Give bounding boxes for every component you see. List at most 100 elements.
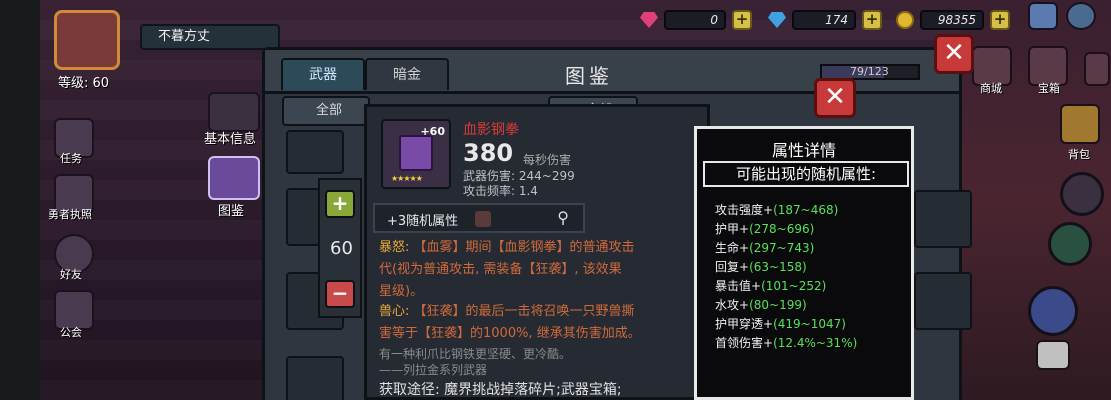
attribute-range: (278~696) bbox=[749, 222, 815, 236]
weapon-icon: +60 ★★★★★ bbox=[381, 119, 451, 189]
weapon-slot[interactable] bbox=[286, 130, 344, 174]
attribute-row: 暴击值+(101~252) bbox=[715, 277, 826, 294]
popup-title: 属性详情 bbox=[771, 141, 836, 160]
player-avatar[interactable] bbox=[54, 10, 120, 70]
shop-label: 商城 bbox=[980, 82, 1002, 95]
attribute-row: 首领伤害+(12.4%~31%) bbox=[715, 334, 857, 351]
weapon-slot[interactable] bbox=[286, 356, 344, 400]
attribute-range: (419~1047) bbox=[773, 317, 846, 331]
attribute-name: 暴击值+ bbox=[715, 279, 762, 293]
blue-diamond-icon bbox=[768, 12, 786, 28]
backpack-icon[interactable] bbox=[1060, 104, 1100, 144]
add-pink-gem-button[interactable]: + bbox=[732, 10, 752, 30]
attribute-row: 护甲穿透+(419~1047) bbox=[715, 315, 846, 332]
resource-diamond: 174 + bbox=[768, 9, 882, 31]
random-attribute-box[interactable]: +3随机属性 ⚲ bbox=[373, 203, 585, 233]
detail-close-button[interactable]: ✕ bbox=[814, 78, 856, 118]
hero-license-label: 勇者执照 bbox=[48, 208, 92, 221]
basic-info-icon[interactable] bbox=[208, 92, 260, 132]
attribute-name: 水攻+ bbox=[715, 298, 750, 312]
pink-gem-count: 0 bbox=[664, 10, 726, 30]
attribute-name: 回复+ bbox=[715, 260, 750, 274]
desc-tag-beast: 兽心: bbox=[379, 304, 410, 319]
attribute-row: 攻击强度+(187~468) bbox=[715, 201, 838, 218]
filter-1-label: 全部 bbox=[316, 103, 343, 118]
backpack-label: 背包 bbox=[1068, 148, 1090, 161]
tab-weapons[interactable]: 武器 bbox=[281, 58, 365, 90]
attribute-name: 护甲+ bbox=[715, 222, 750, 236]
weapon-detail-card: +60 ★★★★★ 血影钢拳 380 每秒伤害 武器伤害: 244~299 攻击… bbox=[364, 104, 710, 400]
pink-gem-icon bbox=[640, 12, 658, 28]
weapon-stars: ★★★★★ bbox=[391, 174, 423, 183]
weapon-desc-line-1: 暴怒: 【血雾】期间【血影钢拳】的普通攻击 bbox=[379, 237, 635, 259]
attribute-name: 生命+ bbox=[715, 241, 750, 255]
panel-close-button[interactable]: ✕ bbox=[934, 34, 974, 74]
attribute-glyph-icon bbox=[475, 211, 491, 227]
popup-subtitle: 可能出现的随机属性: bbox=[703, 161, 909, 187]
tab-dark-gold[interactable]: 暗金 bbox=[365, 58, 449, 90]
gold-coin-icon bbox=[896, 11, 914, 29]
attribute-detail-popup: 属性详情 可能出现的随机属性: 攻击强度+(187~468) 护甲+(278~6… bbox=[694, 126, 914, 400]
player-level: 等级: 60 bbox=[58, 76, 110, 91]
weapon-level: +60 bbox=[420, 125, 445, 138]
grid-menu-button[interactable] bbox=[1060, 172, 1104, 216]
weapon-dps: 380 bbox=[463, 139, 514, 167]
attribute-name: 首领伤害+ bbox=[715, 336, 774, 350]
attribute-name: 护甲穿透+ bbox=[715, 317, 774, 331]
weapon-flavor-1: 有一种利爪比钢铁更坚硬、更冷酷。 bbox=[379, 347, 572, 361]
weapon-flavor-2: ——列拉金系列武器 bbox=[379, 363, 488, 377]
weapon-source: 获取途径: 魔界挑战掉落碎片;武器宝箱; bbox=[379, 382, 622, 398]
attribute-row: 回复+(63~158) bbox=[715, 258, 807, 275]
resource-pink-gem: 0 + bbox=[640, 9, 752, 31]
panel-title: 图鉴 bbox=[565, 64, 613, 88]
attribute-range: (63~158) bbox=[749, 260, 807, 274]
coin-count: 98355 bbox=[920, 10, 984, 30]
desc-tag-fury: 暴怒: bbox=[379, 240, 410, 255]
attribute-range: (80~199) bbox=[749, 298, 807, 312]
message-icon[interactable] bbox=[1036, 340, 1070, 370]
side-menu-icon[interactable] bbox=[1084, 52, 1110, 86]
weapon-desc-line-5: 害等于【狂袭】的1000%, 继承其伤害加成。 bbox=[379, 326, 641, 341]
stepper-value: 60 bbox=[330, 238, 353, 259]
weapon-name: 血影钢拳 bbox=[463, 122, 519, 138]
fist-weapon-icon bbox=[399, 135, 433, 171]
attribute-range: (187~468) bbox=[773, 203, 839, 217]
encyclopedia-label: 图鉴 bbox=[218, 204, 245, 219]
add-diamond-button[interactable]: + bbox=[862, 10, 882, 30]
treasure-label: 宝箱 bbox=[1038, 82, 1060, 95]
chat-icon[interactable] bbox=[1048, 222, 1092, 266]
settings-gear-icon[interactable] bbox=[1066, 2, 1096, 30]
weapon-dps-label: 每秒伤害 bbox=[523, 153, 572, 167]
add-coin-button[interactable]: + bbox=[990, 10, 1010, 30]
weapon-desc-line-4: 兽心: 【狂袭】的最后一击将召唤一只野兽撕 bbox=[379, 301, 635, 323]
player-name: 不暮方丈 bbox=[140, 24, 280, 50]
stepper-plus-button[interactable]: + bbox=[325, 190, 355, 218]
guild-label: 公会 bbox=[60, 326, 82, 339]
attribute-row: 护甲+(278~696) bbox=[715, 220, 814, 237]
skill-button[interactable] bbox=[1028, 286, 1078, 336]
task-label: 任务 bbox=[60, 152, 82, 165]
resource-coin: 98355 + bbox=[896, 9, 1010, 31]
notification-icon[interactable] bbox=[1028, 2, 1058, 30]
attribute-range: (12.4%~31%) bbox=[773, 336, 858, 350]
attribute-range: (101~252) bbox=[761, 279, 827, 293]
stepper-minus-button[interactable]: − bbox=[325, 280, 355, 308]
attribute-range: (297~743) bbox=[749, 241, 815, 255]
quantity-stepper: + 60 − bbox=[318, 178, 362, 318]
encyclopedia-icon[interactable] bbox=[208, 156, 260, 200]
left-edge-bar bbox=[0, 0, 40, 400]
desc-text-4: 【狂袭】的最后一击将召唤一只野兽撕 bbox=[413, 304, 635, 319]
random-attribute-label: +3随机属性 bbox=[387, 214, 459, 229]
weapon-slot[interactable] bbox=[914, 272, 972, 330]
attribute-name: 攻击强度+ bbox=[715, 203, 774, 217]
magnifier-icon[interactable]: ⚲ bbox=[557, 208, 569, 227]
weapon-slot[interactable] bbox=[914, 190, 972, 248]
attribute-row: 水攻+(80~199) bbox=[715, 296, 807, 313]
weapon-attack-rate: 攻击频率: 1.4 bbox=[463, 184, 538, 198]
weapon-desc-line-2: 代(视为普通攻击, 需装备【狂袭】, 该效果 bbox=[379, 262, 622, 277]
weapon-desc-line-3: 星级)。 bbox=[379, 284, 424, 299]
filter-dropdown-1[interactable]: 全部 bbox=[282, 96, 370, 126]
attribute-row: 生命+(297~743) bbox=[715, 239, 814, 256]
friends-label: 好友 bbox=[60, 268, 82, 281]
diamond-count: 174 bbox=[792, 10, 856, 30]
